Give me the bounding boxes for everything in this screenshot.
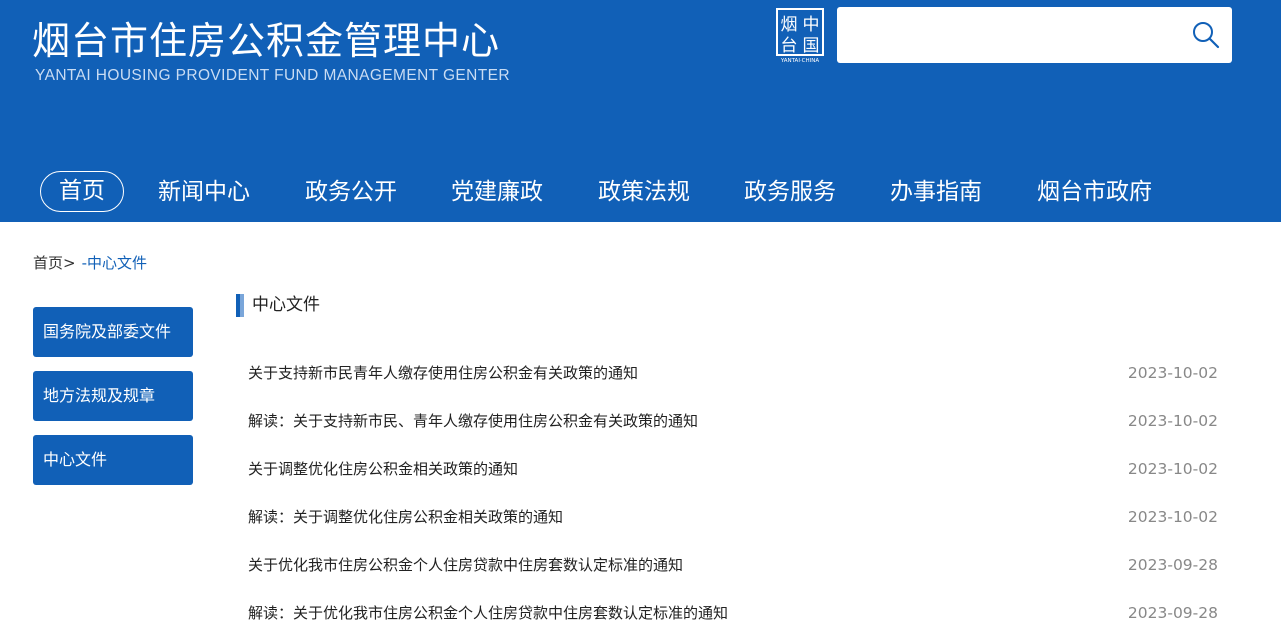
- list-item[interactable]: 解读：关于调整优化住房公积金相关政策的通知 2023-10-02: [248, 505, 1218, 529]
- breadcrumb-home[interactable]: 首页: [33, 254, 63, 272]
- list-item-date: 2023-10-02: [1127, 364, 1218, 382]
- list-item[interactable]: 关于调整优化住房公积金相关政策的通知 2023-10-02: [248, 457, 1218, 481]
- sidebar-item-local-regulations[interactable]: 地方法规及规章: [33, 371, 193, 421]
- nav-item-news[interactable]: 新闻中心: [158, 171, 250, 213]
- svg-text:中: 中: [803, 15, 820, 35]
- main-nav: 首页 新闻中心 政务公开 党建廉政 政策法规 政务服务 办事指南 烟台市政府: [0, 166, 1281, 222]
- city-logo[interactable]: 烟 中 台 国 YANTAI·CHINA: [775, 8, 825, 64]
- logo-caption: YANTAI·CHINA: [780, 58, 820, 64]
- list-item-title[interactable]: 解读：关于支持新市民、青年人缴存使用住房公积金有关政策的通知: [248, 409, 698, 433]
- list-item[interactable]: 解读：关于优化我市住房公积金个人住房贷款中住房套数认定标准的通知 2023-09…: [248, 601, 1218, 625]
- breadcrumb: 首页> -中心文件: [33, 253, 147, 273]
- breadcrumb-separator: >: [63, 254, 76, 272]
- list-item-title[interactable]: 解读：关于优化我市住房公积金个人住房贷款中住房套数认定标准的通知: [248, 601, 728, 625]
- search-box: [837, 7, 1232, 63]
- sidebar-item-state-council[interactable]: 国务院及部委文件: [33, 307, 193, 357]
- search-icon: [1193, 22, 1220, 49]
- section-title-marker-accent: [240, 294, 244, 317]
- nav-item-party[interactable]: 党建廉政: [451, 171, 543, 213]
- nav-item-city-gov[interactable]: 烟台市政府: [1037, 171, 1152, 213]
- section-title: 中心文件: [252, 295, 320, 315]
- search-input[interactable]: [847, 19, 1181, 53]
- sidebar-item-center-docs[interactable]: 中心文件: [33, 435, 193, 485]
- svg-text:国: 国: [803, 36, 820, 56]
- list-item-date: 2023-10-02: [1127, 412, 1218, 430]
- list-item[interactable]: 关于优化我市住房公积金个人住房贷款中住房套数认定标准的通知 2023-09-28: [248, 553, 1218, 577]
- site-title: 烟台市住房公积金管理中心: [32, 19, 501, 63]
- nav-item-gov-affairs[interactable]: 政务公开: [305, 171, 397, 213]
- list-item-date: 2023-10-02: [1127, 460, 1218, 478]
- list-item[interactable]: 关于支持新市民青年人缴存使用住房公积金有关政策的通知 2023-10-02: [248, 361, 1218, 385]
- search-button[interactable]: [1190, 19, 1222, 51]
- list-item-title[interactable]: 解读：关于调整优化住房公积金相关政策的通知: [248, 505, 563, 529]
- list-item-date: 2023-09-28: [1127, 556, 1218, 574]
- nav-item-policies[interactable]: 政策法规: [598, 171, 690, 213]
- list-item-date: 2023-10-02: [1127, 508, 1218, 526]
- nav-item-guide[interactable]: 办事指南: [890, 171, 982, 213]
- svg-text:台: 台: [781, 36, 798, 56]
- nav-item-services[interactable]: 政务服务: [744, 171, 836, 213]
- nav-item-home[interactable]: 首页: [40, 171, 124, 212]
- breadcrumb-current[interactable]: -中心文件: [82, 254, 147, 272]
- list-item-title[interactable]: 关于支持新市民青年人缴存使用住房公积金有关政策的通知: [248, 361, 638, 385]
- list-item-title[interactable]: 关于优化我市住房公积金个人住房贷款中住房套数认定标准的通知: [248, 553, 683, 577]
- list-item[interactable]: 解读：关于支持新市民、青年人缴存使用住房公积金有关政策的通知 2023-10-0…: [248, 409, 1218, 433]
- list-item-date: 2023-09-28: [1127, 604, 1218, 622]
- list-item-title[interactable]: 关于调整优化住房公积金相关政策的通知: [248, 457, 518, 481]
- site-subtitle: YANTAI HOUSING PROVIDENT FUND MANAGEMENT…: [35, 67, 510, 84]
- site-header: 烟台市住房公积金管理中心 YANTAI HOUSING PROVIDENT FU…: [0, 0, 1281, 222]
- svg-text:烟: 烟: [781, 15, 798, 35]
